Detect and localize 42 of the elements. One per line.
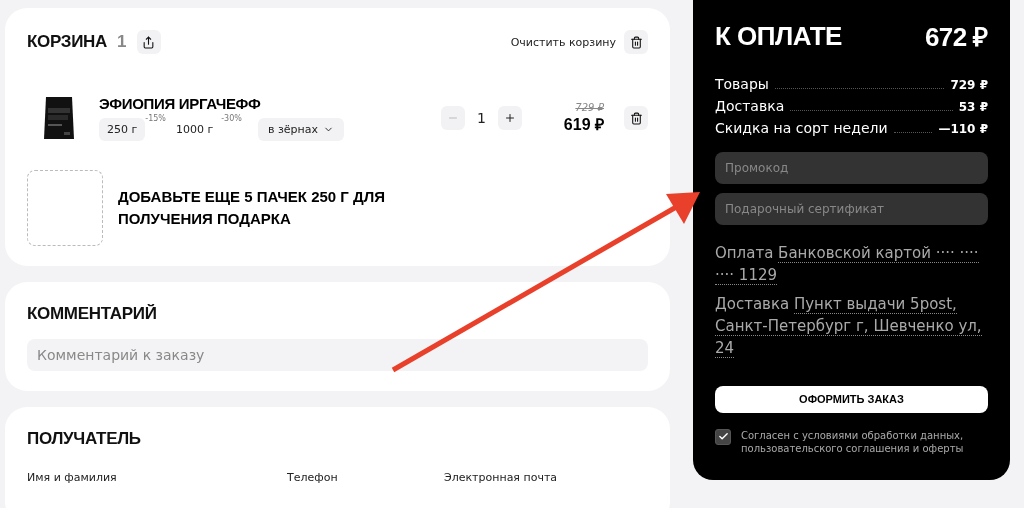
cart-count: 1 (117, 32, 127, 52)
grind-select[interactable]: в зёрнах (257, 118, 344, 141)
clear-cart-button[interactable] (624, 30, 648, 54)
total-amount: 672 ₽ (924, 21, 988, 54)
discount-label: -15% (145, 114, 166, 123)
field-label: Электронная почта (444, 471, 559, 484)
agree-checkbox[interactable] (715, 429, 731, 445)
field-label: Имя и фамилия (27, 471, 118, 484)
increase-button[interactable] (497, 106, 522, 130)
gift-hint: ДОБАВЬТЕ ЕЩЕ 5 ПАЧЕК 250 Г ДЛЯ ПОЛУЧЕНИЯ ПОДАРКА (118, 187, 386, 229)
field-label: Телефон (287, 471, 339, 484)
summary-title: К ОПЛАТЕ (715, 20, 842, 52)
quantity: 1 (476, 110, 486, 126)
payment-info[interactable]: Оплата Банковской картой ···· ···· ···· 1129 (715, 242, 988, 287)
plus-icon (503, 112, 516, 124)
weight-option[interactable]: 1000 г (167, 118, 222, 141)
recipient-title: ПОЛУЧАТЕЛЬ (27, 429, 141, 448)
cart-title: КОРЗИНА (27, 32, 108, 52)
share-button[interactable] (136, 30, 161, 54)
price: 619 ₽ (563, 114, 604, 135)
weight-option[interactable]: 250 г (99, 118, 146, 141)
checkout-button[interactable]: ОФОРМИТЬ ЗАКАЗ (715, 385, 988, 413)
discount-label: -30% (221, 114, 242, 123)
delete-button[interactable] (624, 106, 648, 130)
delivery-info[interactable]: Доставка Пункт выдачи 5post, Санкт-Петербург г, Шевченко ул, 24 (715, 294, 988, 360)
certificate-field[interactable]: Подарочный сертификат (715, 193, 988, 226)
share-icon (142, 35, 155, 49)
summary-value: 53 ₽ (958, 100, 988, 114)
summary-value: —110 ₽ (938, 122, 988, 136)
comment-title: КОММЕНТАРИЙ (27, 304, 157, 323)
trash-icon (629, 35, 643, 49)
promo-field[interactable]: Промокод (715, 152, 988, 185)
comment-field[interactable]: Комментарий к заказу (27, 339, 648, 371)
old-price: 729 ₽ (575, 101, 604, 113)
agree-label: Согласен с условиями обработки данных, пользовательского соглашения и оферты (741, 429, 965, 456)
clear-cart-link[interactable]: Очистить корзину (510, 35, 616, 49)
trash-icon (629, 111, 643, 125)
product-name: ЭФИОПИЯ ИРГАЧЕФФ (99, 95, 262, 112)
summary-value: 729 ₽ (950, 78, 988, 92)
summary-label: Товары (715, 76, 769, 92)
summary-label: Доставка (715, 98, 785, 114)
summary-label: Скидка на сорт недели (715, 120, 888, 136)
